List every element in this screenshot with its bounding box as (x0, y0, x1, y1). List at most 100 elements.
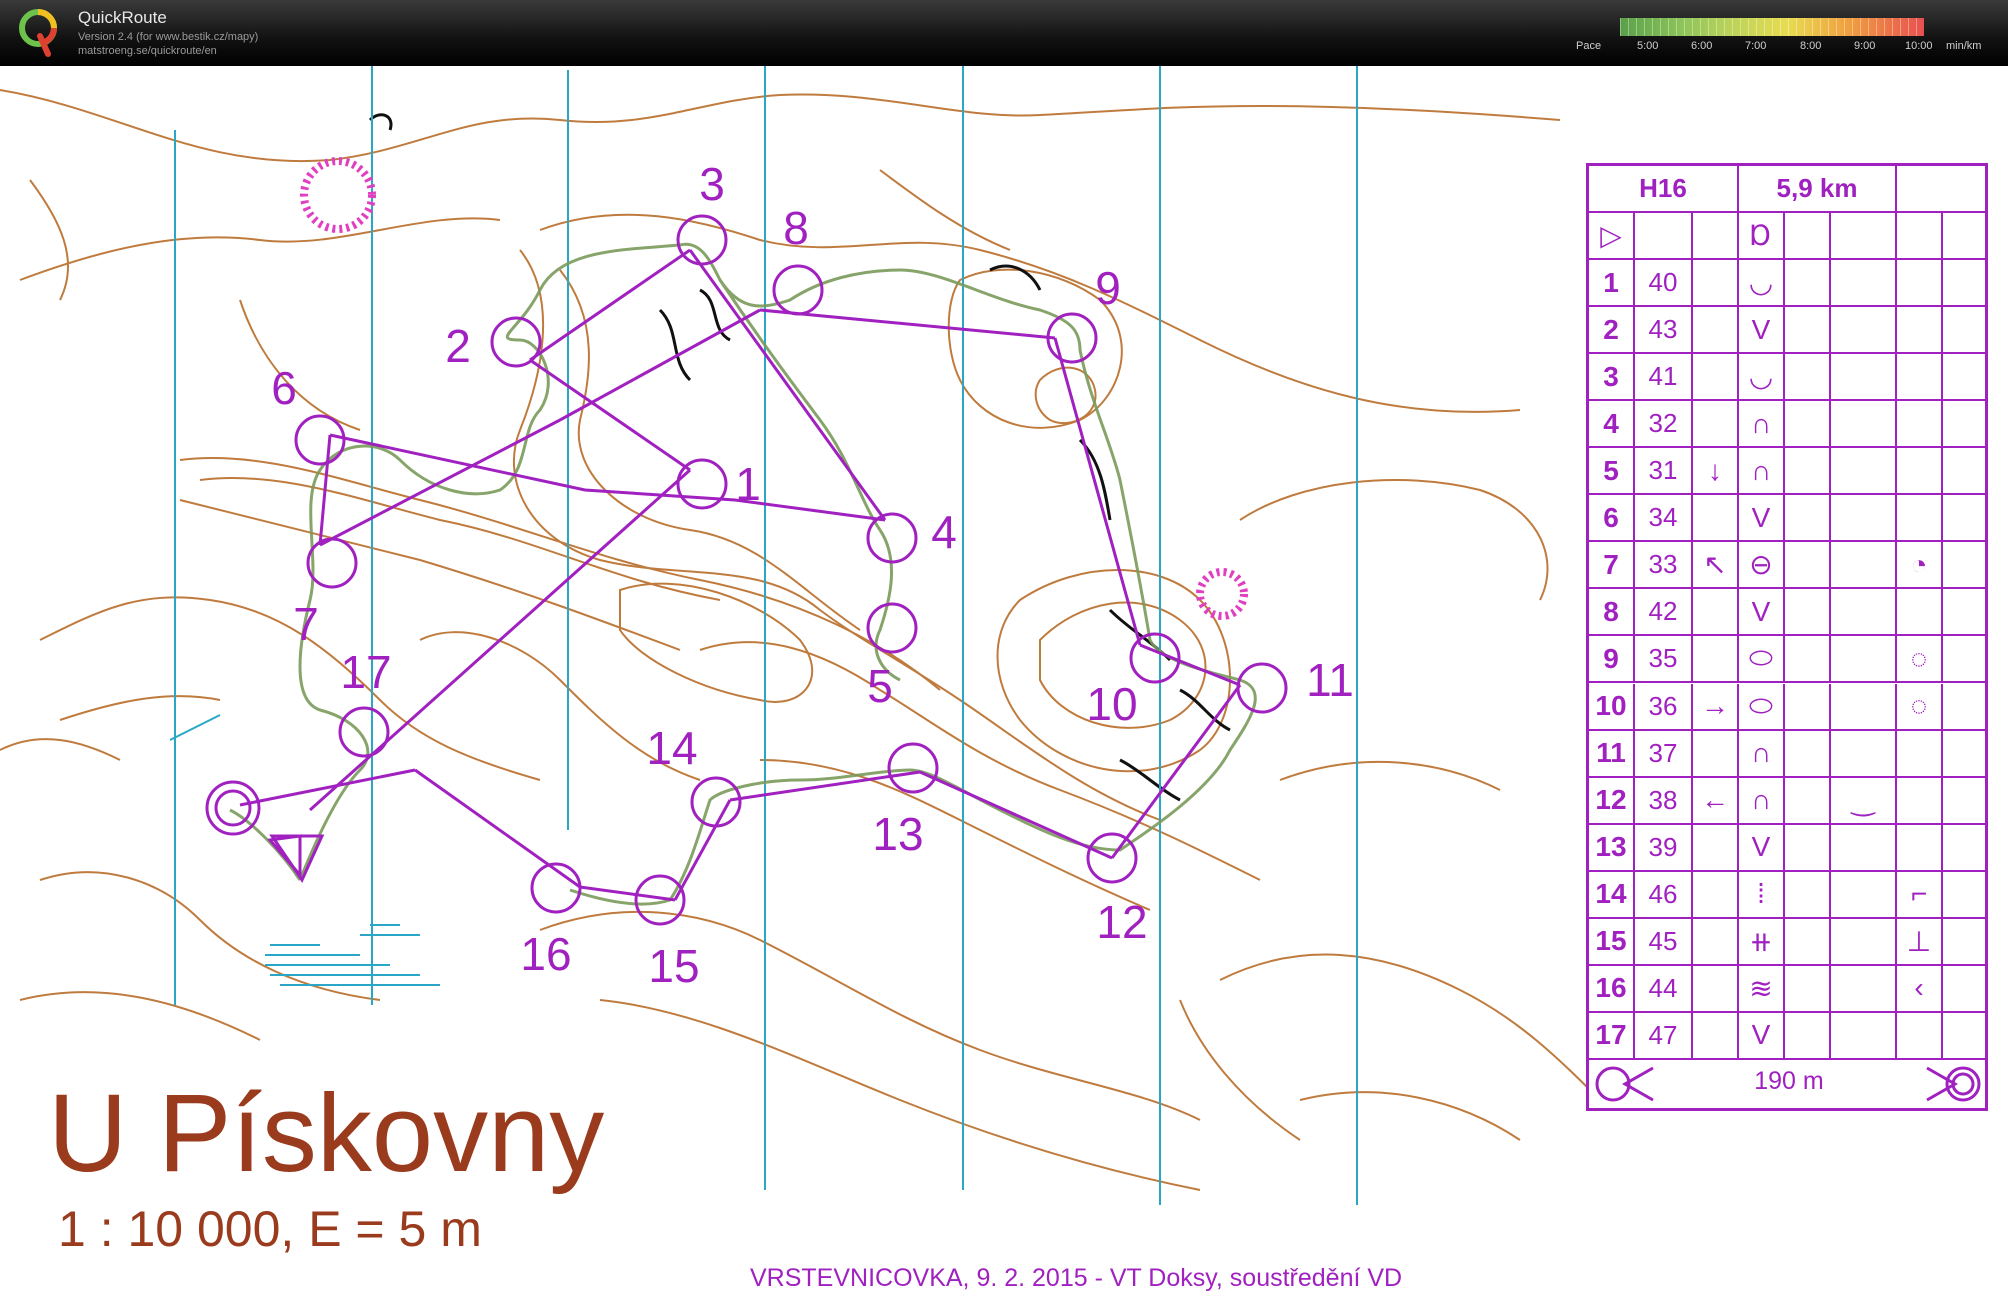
cd-appearance (1831, 542, 1897, 588)
cd-finish-row: 190 m (1589, 1059, 1985, 1108)
cd-appearance (1831, 260, 1897, 305)
pace-tick: 10:00 (1905, 40, 1933, 52)
control-label-13: 13 (872, 808, 924, 860)
cd-direction (1693, 871, 1739, 917)
cd-appearance (1831, 730, 1897, 776)
cd-feature-icon: ∩ (1739, 730, 1785, 776)
cd-direction (1693, 730, 1739, 776)
cd-feature-icon: ◡ (1739, 260, 1785, 305)
cd-row: 7 33 ↖ ⊖ ◔ (1589, 542, 1985, 590)
cd-location-icon: ◌ (1897, 683, 1943, 729)
cd-location-icon (1897, 448, 1943, 494)
cd-class: H16 (1589, 166, 1739, 211)
quickroute-logo-icon (19, 9, 57, 57)
cd-row: 2 43 V (1589, 307, 1985, 355)
cd-appearance (1831, 1012, 1897, 1058)
cd-direction (1693, 965, 1739, 1011)
cd-feature-icon: ≋ (1739, 965, 1785, 1011)
cd-appearance: ‿ (1831, 777, 1897, 823)
cd-feature-icon: V (1739, 824, 1785, 870)
cd-appearance (1831, 636, 1897, 682)
cd-code: 42 (1635, 589, 1693, 635)
cd-feature-icon: V (1739, 495, 1785, 541)
cd-appearance (1831, 307, 1897, 353)
cd-code: 36 (1635, 683, 1693, 729)
start-triangle-icon: ▷ (1589, 213, 1635, 258)
finish-start-icon (1595, 1066, 1654, 1102)
gps-route (229, 242, 1257, 906)
cd-feature-icon: ⁞ (1739, 871, 1785, 917)
cd-direction (1693, 918, 1739, 964)
cd-direction (1693, 1012, 1739, 1058)
cd-row: 5 31 ↓ ∩ (1589, 448, 1985, 496)
control-label-5: 5 (867, 660, 893, 712)
cd-location-icon: ‹ (1897, 965, 1943, 1011)
cd-code: 34 (1635, 495, 1693, 541)
control-circle-6 (294, 414, 346, 466)
control-circle-8 (772, 264, 824, 316)
control-circle-13 (887, 742, 939, 794)
cd-feature-icon: ⊖ (1739, 542, 1785, 588)
cd-location-icon (1897, 730, 1943, 776)
pace-tick: 7:00 (1745, 40, 1767, 52)
map-title: U Pískovny (48, 1072, 605, 1195)
cd-appearance (1831, 401, 1897, 447)
cd-number: 3 (1589, 354, 1635, 400)
cd-direction (1693, 495, 1739, 541)
cd-code: 31 (1635, 448, 1693, 494)
cd-row: 15 45 ⧺ ⊥ (1589, 918, 1985, 966)
finish-distance: 190 m (1754, 1067, 1824, 1095)
cd-feature-icon: ∩ (1739, 401, 1785, 447)
cd-number: 16 (1589, 965, 1635, 1011)
control-label-6: 6 (271, 362, 297, 414)
control-circle-11 (1236, 662, 1288, 714)
cd-feature-icon: ⬭ (1739, 683, 1785, 729)
cd-row: 14 46 ⁞ ⌐ (1589, 871, 1985, 919)
cd-number: 17 (1589, 1012, 1635, 1058)
cd-direction (1693, 589, 1739, 635)
control-circle-1 (676, 458, 728, 510)
app-name: QuickRoute (78, 8, 167, 27)
control-circle-15 (634, 874, 686, 926)
cd-code: 46 (1635, 871, 1693, 917)
control-label-16: 16 (520, 928, 572, 980)
cd-location-icon (1897, 307, 1943, 353)
cd-code: 39 (1635, 824, 1693, 870)
cd-feature-icon: V (1739, 307, 1785, 353)
marsh-area (169, 714, 440, 986)
cd-appearance (1831, 495, 1897, 541)
cd-length: 5,9 km (1739, 166, 1897, 211)
cd-direction (1693, 824, 1739, 870)
cd-location-icon (1897, 354, 1943, 400)
cd-direction (1693, 307, 1739, 353)
cd-feature-icon: V (1739, 1012, 1785, 1058)
cd-location-icon: ◌ (1897, 636, 1943, 682)
cd-location-icon: ⌐ (1897, 871, 1943, 917)
cd-feature-icon: ∩ (1739, 777, 1785, 823)
cd-location-icon (1897, 824, 1943, 870)
cd-feature-icon: V (1739, 589, 1785, 635)
cd-feature-icon: ⧺ (1739, 918, 1785, 964)
out-of-bounds-areas (300, 157, 1248, 620)
cd-code: 32 (1635, 401, 1693, 447)
cd-feature-icon: ⬭ (1739, 636, 1785, 682)
app-version: Version 2.4 (for www.bestik.cz/mapy) (78, 31, 259, 43)
cd-direction (1693, 260, 1739, 305)
cd-code: 37 (1635, 730, 1693, 776)
control-label-4: 4 (931, 506, 957, 558)
control-label-14: 14 (646, 722, 698, 774)
map-footer: VRSTEVNICOVKA, 9. 2. 2015 - VT Doksy, so… (750, 1264, 1403, 1292)
cd-number: 12 (1589, 777, 1635, 823)
map-scale: 1 : 10 000, E = 5 m (58, 1201, 482, 1257)
cd-code: 41 (1635, 354, 1693, 400)
control-circle-5 (866, 602, 918, 654)
cd-number: 1 (1589, 260, 1635, 305)
cd-direction: → (1693, 683, 1739, 729)
north-lines (174, 66, 1358, 1205)
cd-row: 8 42 V (1589, 589, 1985, 637)
pace-tick: 9:00 (1854, 40, 1876, 52)
control-circle-17 (338, 706, 390, 758)
cd-location-icon: ◔ (1897, 542, 1943, 588)
cd-row: 12 38 ← ∩ ‿ (1589, 777, 1985, 825)
control-label-12: 12 (1096, 896, 1148, 948)
